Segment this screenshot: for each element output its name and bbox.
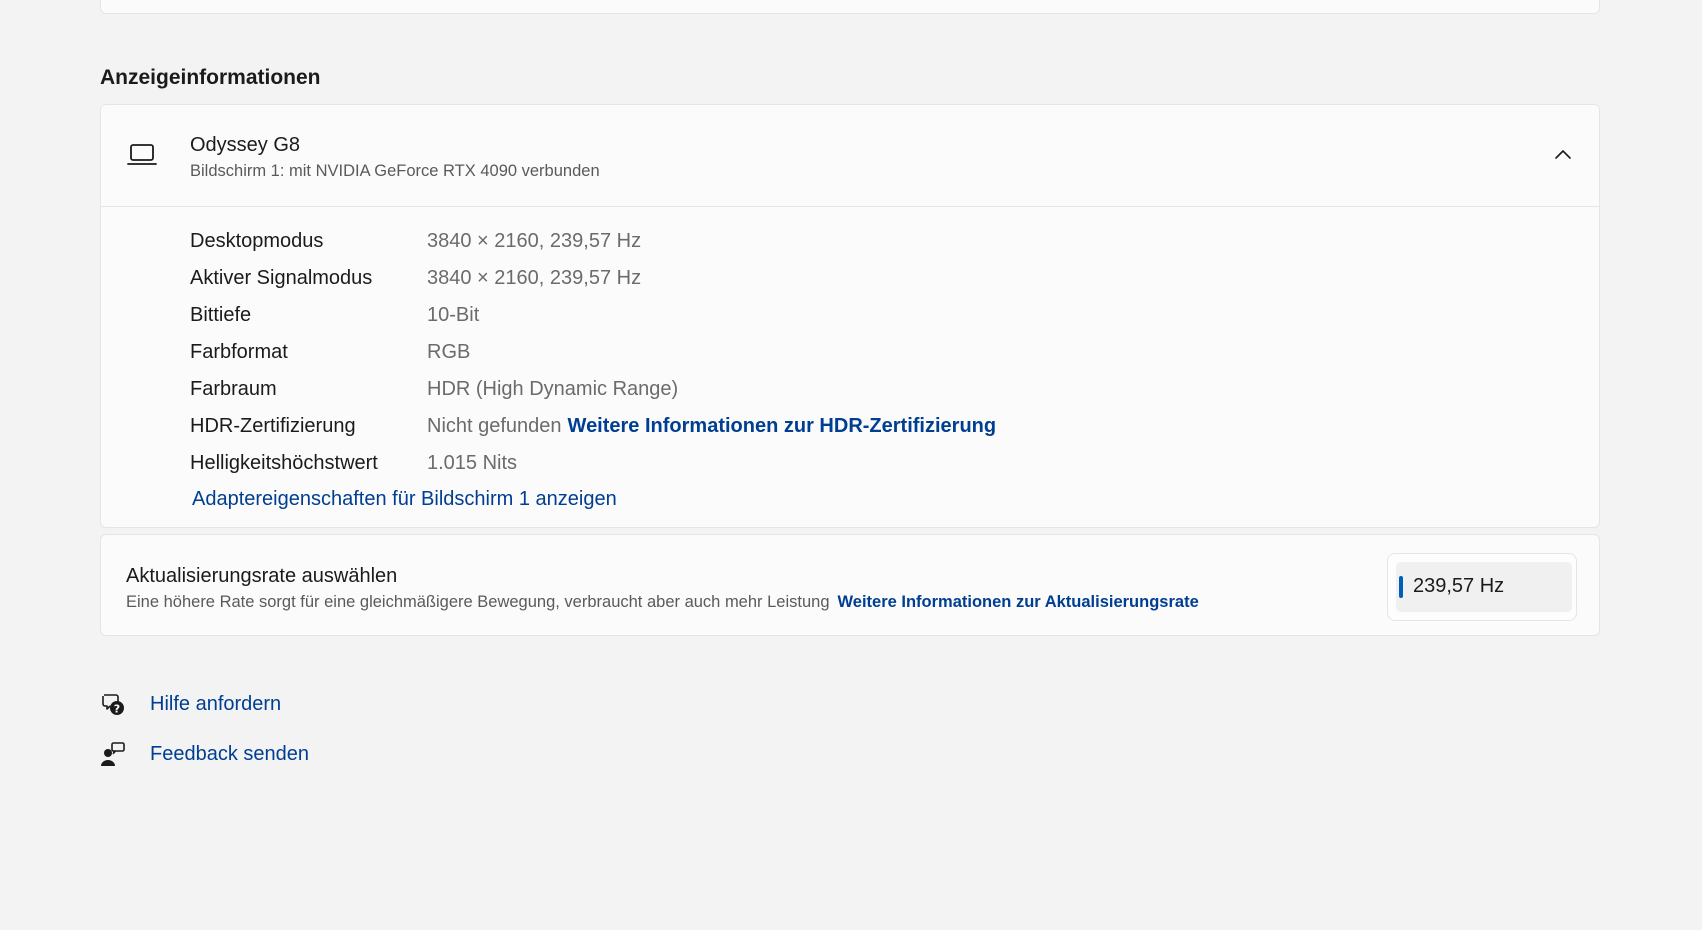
info-row-farbformat: Farbformat RGB bbox=[190, 334, 996, 371]
refresh-rate-description: Eine höhere Rate sorgt für eine gleichmä… bbox=[126, 593, 1199, 612]
get-help-link[interactable]: ? Hilfe anfordern bbox=[100, 691, 281, 717]
display-subtitle: Bildschirm 1: mit NVIDIA GeForce RTX 409… bbox=[190, 162, 600, 180]
info-label: Helligkeitshöchstwert bbox=[190, 452, 378, 474]
info-row-desktopmodus: Desktopmodus 3840 × 2160, 239,57 Hz bbox=[190, 223, 996, 260]
info-label: HDR-Zertifizierung bbox=[190, 415, 356, 437]
feedback-icon bbox=[101, 742, 125, 766]
refresh-rate-dropdown-field[interactable]: 239,57 Hz bbox=[1396, 562, 1572, 612]
info-value: 3840 × 2160, 239,57 Hz bbox=[427, 267, 642, 289]
get-help-label: Hilfe anfordern bbox=[150, 692, 282, 715]
info-value: RGB bbox=[427, 341, 471, 363]
info-value: 10-Bit bbox=[427, 304, 480, 326]
laptop-icon bbox=[127, 144, 157, 165]
info-value: Nicht gefunden bbox=[427, 415, 562, 437]
info-label: Farbraum bbox=[190, 378, 277, 400]
refresh-rate-description-text: Eine höhere Rate sorgt für eine gleichmä… bbox=[126, 593, 830, 611]
info-row-signalmodus: Aktiver Signalmodus 3840 × 2160, 239,57 … bbox=[190, 260, 996, 297]
display-name: Odyssey G8 bbox=[190, 134, 301, 156]
info-label: Aktiver Signalmodus bbox=[190, 267, 373, 289]
svg-text:?: ? bbox=[114, 703, 120, 716]
hdr-certification-link[interactable]: Weitere Informationen zur HDR-Zertifizie… bbox=[568, 415, 997, 438]
info-row-bittiefe: Bittiefe 10-Bit bbox=[190, 297, 996, 334]
previous-card bbox=[100, 0, 1600, 14]
refresh-rate-title: Aktualisierungsrate auswählen bbox=[126, 565, 398, 587]
refresh-rate-card: Aktualisierungsrate auswählen Eine höher… bbox=[100, 534, 1600, 636]
info-row-farbraum: Farbraum HDR (High Dynamic Range) bbox=[190, 371, 996, 408]
section-title: Anzeigeinformationen bbox=[100, 66, 321, 89]
send-feedback-link[interactable]: Feedback senden bbox=[100, 741, 309, 767]
help-chat-icon: ? bbox=[102, 694, 124, 716]
display-info-table: Desktopmodus 3840 × 2160, 239,57 Hz Akti… bbox=[190, 223, 996, 482]
info-row-hdr-zertifizierung: HDR-Zertifizierung Nicht gefunden Weiter… bbox=[190, 408, 996, 445]
refresh-rate-info-link[interactable]: Weitere Informationen zur Aktualisierung… bbox=[838, 593, 1199, 611]
info-value: 3840 × 2160, 239,57 Hz bbox=[427, 230, 642, 252]
info-value: HDR (High Dynamic Range) bbox=[427, 378, 679, 400]
refresh-rate-selected-value: 239,57 Hz bbox=[1413, 575, 1505, 597]
info-label: Farbformat bbox=[190, 341, 288, 363]
adapter-properties-link[interactable]: Adaptereigenschaften für Bildschirm 1 an… bbox=[192, 488, 617, 511]
info-label: Bittiefe bbox=[190, 304, 252, 326]
info-row-helligkeit: Helligkeitshöchstwert 1.015 Nits bbox=[190, 445, 996, 482]
focus-accent-bar bbox=[1399, 576, 1403, 598]
info-label: Desktopmodus bbox=[190, 230, 324, 252]
send-feedback-label: Feedback senden bbox=[150, 742, 310, 765]
info-value: 1.015 Nits bbox=[427, 452, 518, 474]
settings-page: Anzeigeinformationen Odyssey G8 Bildschi… bbox=[0, 0, 1702, 930]
refresh-rate-dropdown[interactable]: 239,57 Hz bbox=[1387, 553, 1577, 621]
display-header[interactable]: Odyssey G8 Bildschirm 1: mit NVIDIA GeFo… bbox=[101, 105, 1599, 207]
chevron-up-icon[interactable] bbox=[1553, 145, 1573, 165]
display-info-card: Odyssey G8 Bildschirm 1: mit NVIDIA GeFo… bbox=[100, 104, 1600, 528]
